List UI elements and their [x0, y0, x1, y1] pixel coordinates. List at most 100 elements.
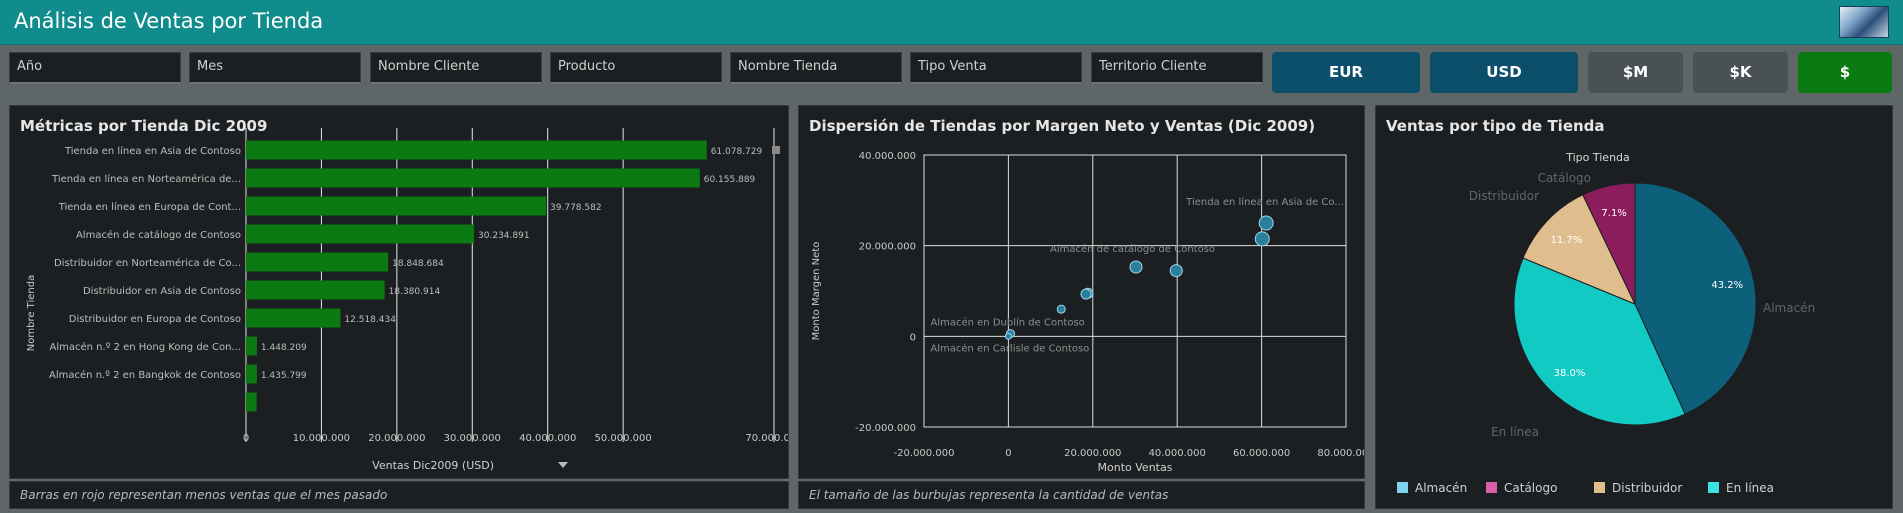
- scatter-point[interactable]: [1004, 332, 1012, 340]
- bar-x-tick: 50.000.000: [595, 433, 652, 444]
- pie-category-label: Almacén: [1763, 301, 1815, 315]
- bar-category-label: Distribuidor en Europa de Contoso: [69, 314, 241, 325]
- scatter-annotation: Tienda en línea en Asia de Co...: [1185, 196, 1344, 208]
- bar-mark[interactable]: [246, 392, 257, 412]
- bar-value-label: 18.380.914: [389, 287, 441, 297]
- bar-category-label: Tienda en línea en Europa de Cont...: [58, 201, 241, 213]
- bar-mark[interactable]: [246, 308, 341, 328]
- scatter-annotation: Almacén en Dublín de Contoso: [931, 317, 1085, 329]
- legend-swatch: [1594, 482, 1605, 493]
- filter-label: Año: [17, 59, 43, 74]
- bar-x-tick: 30.000.000: [444, 433, 501, 444]
- scatter-plot-frame: [923, 154, 1347, 428]
- bar-x-tick: 10.000.000: [293, 433, 350, 444]
- scatter-x-tick: 80.000.000: [1317, 448, 1364, 459]
- filter-label: Mes: [197, 59, 223, 74]
- scatter-annotation: Almacén de catálogo de Contoso: [1050, 243, 1215, 255]
- bar-x-tick: 0: [243, 433, 249, 444]
- bar-mark[interactable]: [246, 280, 385, 300]
- bar-mark[interactable]: [246, 224, 475, 244]
- bar-value-label: 18.848.684: [392, 259, 444, 269]
- filter-label: Nombre Cliente: [378, 59, 480, 74]
- bar-x-tick: 40.000.000: [519, 433, 576, 444]
- units-button[interactable]: $: [1798, 52, 1892, 93]
- thousands-button[interactable]: $K: [1693, 52, 1788, 93]
- logo-image: [1839, 6, 1889, 38]
- bar-value-label: 60.155.889: [704, 175, 756, 185]
- filter-label: Producto: [558, 59, 616, 74]
- filter-label: Territorio Cliente: [1099, 59, 1207, 74]
- pie-value-label: 7.1%: [1601, 208, 1626, 219]
- scatter-point[interactable]: [1254, 231, 1270, 247]
- bar-category-label: Distribuidor en Norteamérica de Co...: [54, 257, 241, 269]
- scatter-y-axis-label: Monto Margen Neto: [811, 242, 822, 341]
- legend-item-label[interactable]: En línea: [1726, 481, 1774, 495]
- bar-chart-footer: Barras en rojo representan menos ventas …: [9, 481, 789, 509]
- scatter-annotation: Almacén en Carlisle de Contoso: [930, 342, 1089, 354]
- scatter-x-axis-label: Monto Ventas: [1098, 461, 1173, 474]
- scatter-y-tick: -20.000.000: [855, 423, 916, 434]
- pie-category-label: En línea: [1491, 425, 1539, 439]
- scatter-x-tick: 40.000.000: [1149, 448, 1206, 459]
- bar-category-label: Tienda en línea en Norteamérica de...: [51, 173, 241, 185]
- scatter-point[interactable]: [1258, 215, 1274, 231]
- scatter-point[interactable]: [1169, 264, 1183, 278]
- bar-value-label: 30.234.891: [478, 231, 530, 241]
- legend-item-label[interactable]: Almacén: [1415, 481, 1467, 495]
- bar-x-axis-label: Ventas Dic2009 (USD): [372, 459, 494, 472]
- filter-label: Tipo Venta: [918, 59, 987, 74]
- bar-chart-panel: Métricas por Tienda Dic 2009 Tienda en l…: [9, 105, 789, 479]
- filter-sale-type[interactable]: Tipo Venta: [910, 52, 1082, 84]
- scatter-y-tick: 40.000.000: [859, 151, 916, 162]
- pie-category-label: Catálogo: [1538, 171, 1591, 185]
- bar-category-label: Almacén n.º 2 en Bangkok de Contoso: [49, 369, 241, 381]
- bar-mark[interactable]: [246, 336, 257, 356]
- pie-value-label: 11.7%: [1551, 235, 1583, 246]
- bar-mark[interactable]: [246, 364, 257, 384]
- filter-year[interactable]: Año: [9, 52, 181, 84]
- filter-customer-territory[interactable]: Territorio Cliente: [1091, 52, 1263, 84]
- bar-category-label: Distribuidor en Asia de Contoso: [83, 286, 241, 297]
- scatter-point[interactable]: [1129, 260, 1143, 274]
- legend-item-label[interactable]: Distribuidor: [1612, 481, 1682, 495]
- bar-category-label: Almacén n.º 2 en Hong Kong de Con...: [50, 341, 241, 353]
- filter-customer-name[interactable]: Nombre Cliente: [370, 52, 542, 84]
- scatter-chart-panel: Dispersión de Tiendas por Margen Neto y …: [798, 105, 1365, 479]
- pie-category-label: Distribuidor: [1469, 189, 1539, 203]
- scatter-x-tick: 20.000.000: [1064, 448, 1121, 459]
- app-header: Análisis de Ventas por Tienda: [0, 0, 1903, 45]
- usd-button[interactable]: USD: [1430, 52, 1578, 93]
- bar-mark[interactable]: [246, 140, 707, 160]
- scatter-point[interactable]: [1080, 288, 1092, 300]
- millions-button[interactable]: $M: [1588, 52, 1683, 93]
- sort-dropdown-icon[interactable]: [558, 462, 568, 468]
- legend-item-label[interactable]: Catálogo: [1504, 481, 1557, 495]
- pie-legend-title: Tipo Tienda: [1565, 151, 1630, 164]
- legend-swatch: [1397, 482, 1408, 493]
- bar-category-label: Tienda en línea en Asia de Contoso: [64, 145, 241, 157]
- bar-x-tick: 70.000.000: [745, 433, 788, 444]
- scatter-y-tick: 0: [910, 332, 916, 343]
- bar-mark[interactable]: [246, 252, 389, 272]
- pie-value-label: 43.2%: [1711, 280, 1743, 291]
- bar-category-label: Almacén de catálogo de Contoso: [76, 229, 241, 241]
- scatter-x-tick: 60.000.000: [1233, 448, 1290, 459]
- pie-chart-panel: Ventas por tipo de Tienda Tipo Tienda 43…: [1375, 105, 1893, 509]
- pie-chart: Tipo Tienda 43.2% 38.0% 11.7% 7.1% Almacén E…: [1397, 151, 1815, 495]
- filter-month[interactable]: Mes: [189, 52, 361, 84]
- scrollbar-thumb[interactable]: [772, 146, 780, 154]
- filter-store-name[interactable]: Nombre Tienda: [730, 52, 902, 84]
- bar-mark[interactable]: [246, 168, 700, 188]
- scatter-x-tick: -20.000.000: [894, 448, 955, 459]
- bar-mark[interactable]: [246, 196, 547, 216]
- scatter-point[interactable]: [1056, 304, 1066, 314]
- scatter-x-tick: 0: [1005, 448, 1011, 459]
- page-title: Análisis de Ventas por Tienda: [14, 9, 324, 33]
- bar-value-label: 12.518.434: [344, 315, 396, 325]
- filter-product[interactable]: Producto: [550, 52, 722, 84]
- eur-button[interactable]: EUR: [1272, 52, 1420, 93]
- filter-label: Nombre Tienda: [738, 59, 838, 74]
- bar-value-label: 39.778.582: [550, 203, 602, 213]
- scatter-chart: -20.000.000 0 20.000.000 40.000.000 60.000.0…: [811, 151, 1364, 474]
- scatter-y-tick: 20.000.000: [859, 242, 916, 253]
